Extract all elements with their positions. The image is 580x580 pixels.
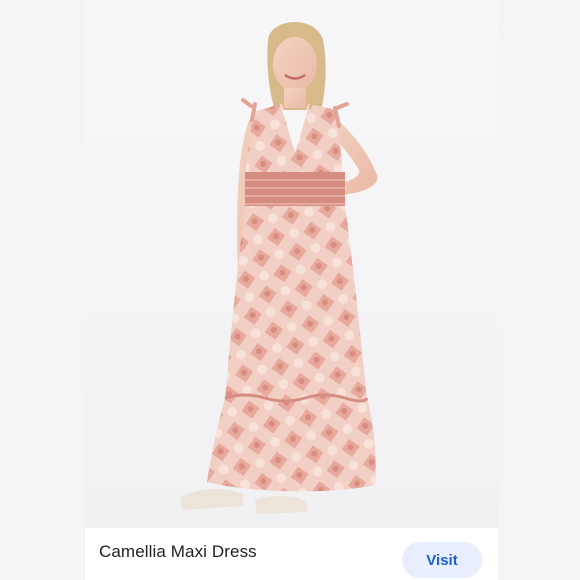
product-title[interactable]: Camellia Maxi Dress — [99, 542, 257, 562]
dress-bodice — [245, 104, 343, 175]
product-photo[interactable] — [85, 0, 498, 528]
model-photo-illustration — [180, 21, 378, 514]
left-sandal — [180, 489, 243, 510]
right-gutter — [498, 0, 580, 580]
product-card-footer: Camellia Maxi Dress Visit — [85, 528, 498, 580]
visit-button[interactable]: Visit — [402, 542, 482, 578]
face — [273, 37, 317, 91]
right-sandal — [255, 495, 307, 514]
left-gutter — [0, 0, 85, 580]
dress-ruffle — [207, 398, 376, 492]
dress-skirt — [225, 206, 367, 400]
dress-waist — [245, 172, 345, 208]
